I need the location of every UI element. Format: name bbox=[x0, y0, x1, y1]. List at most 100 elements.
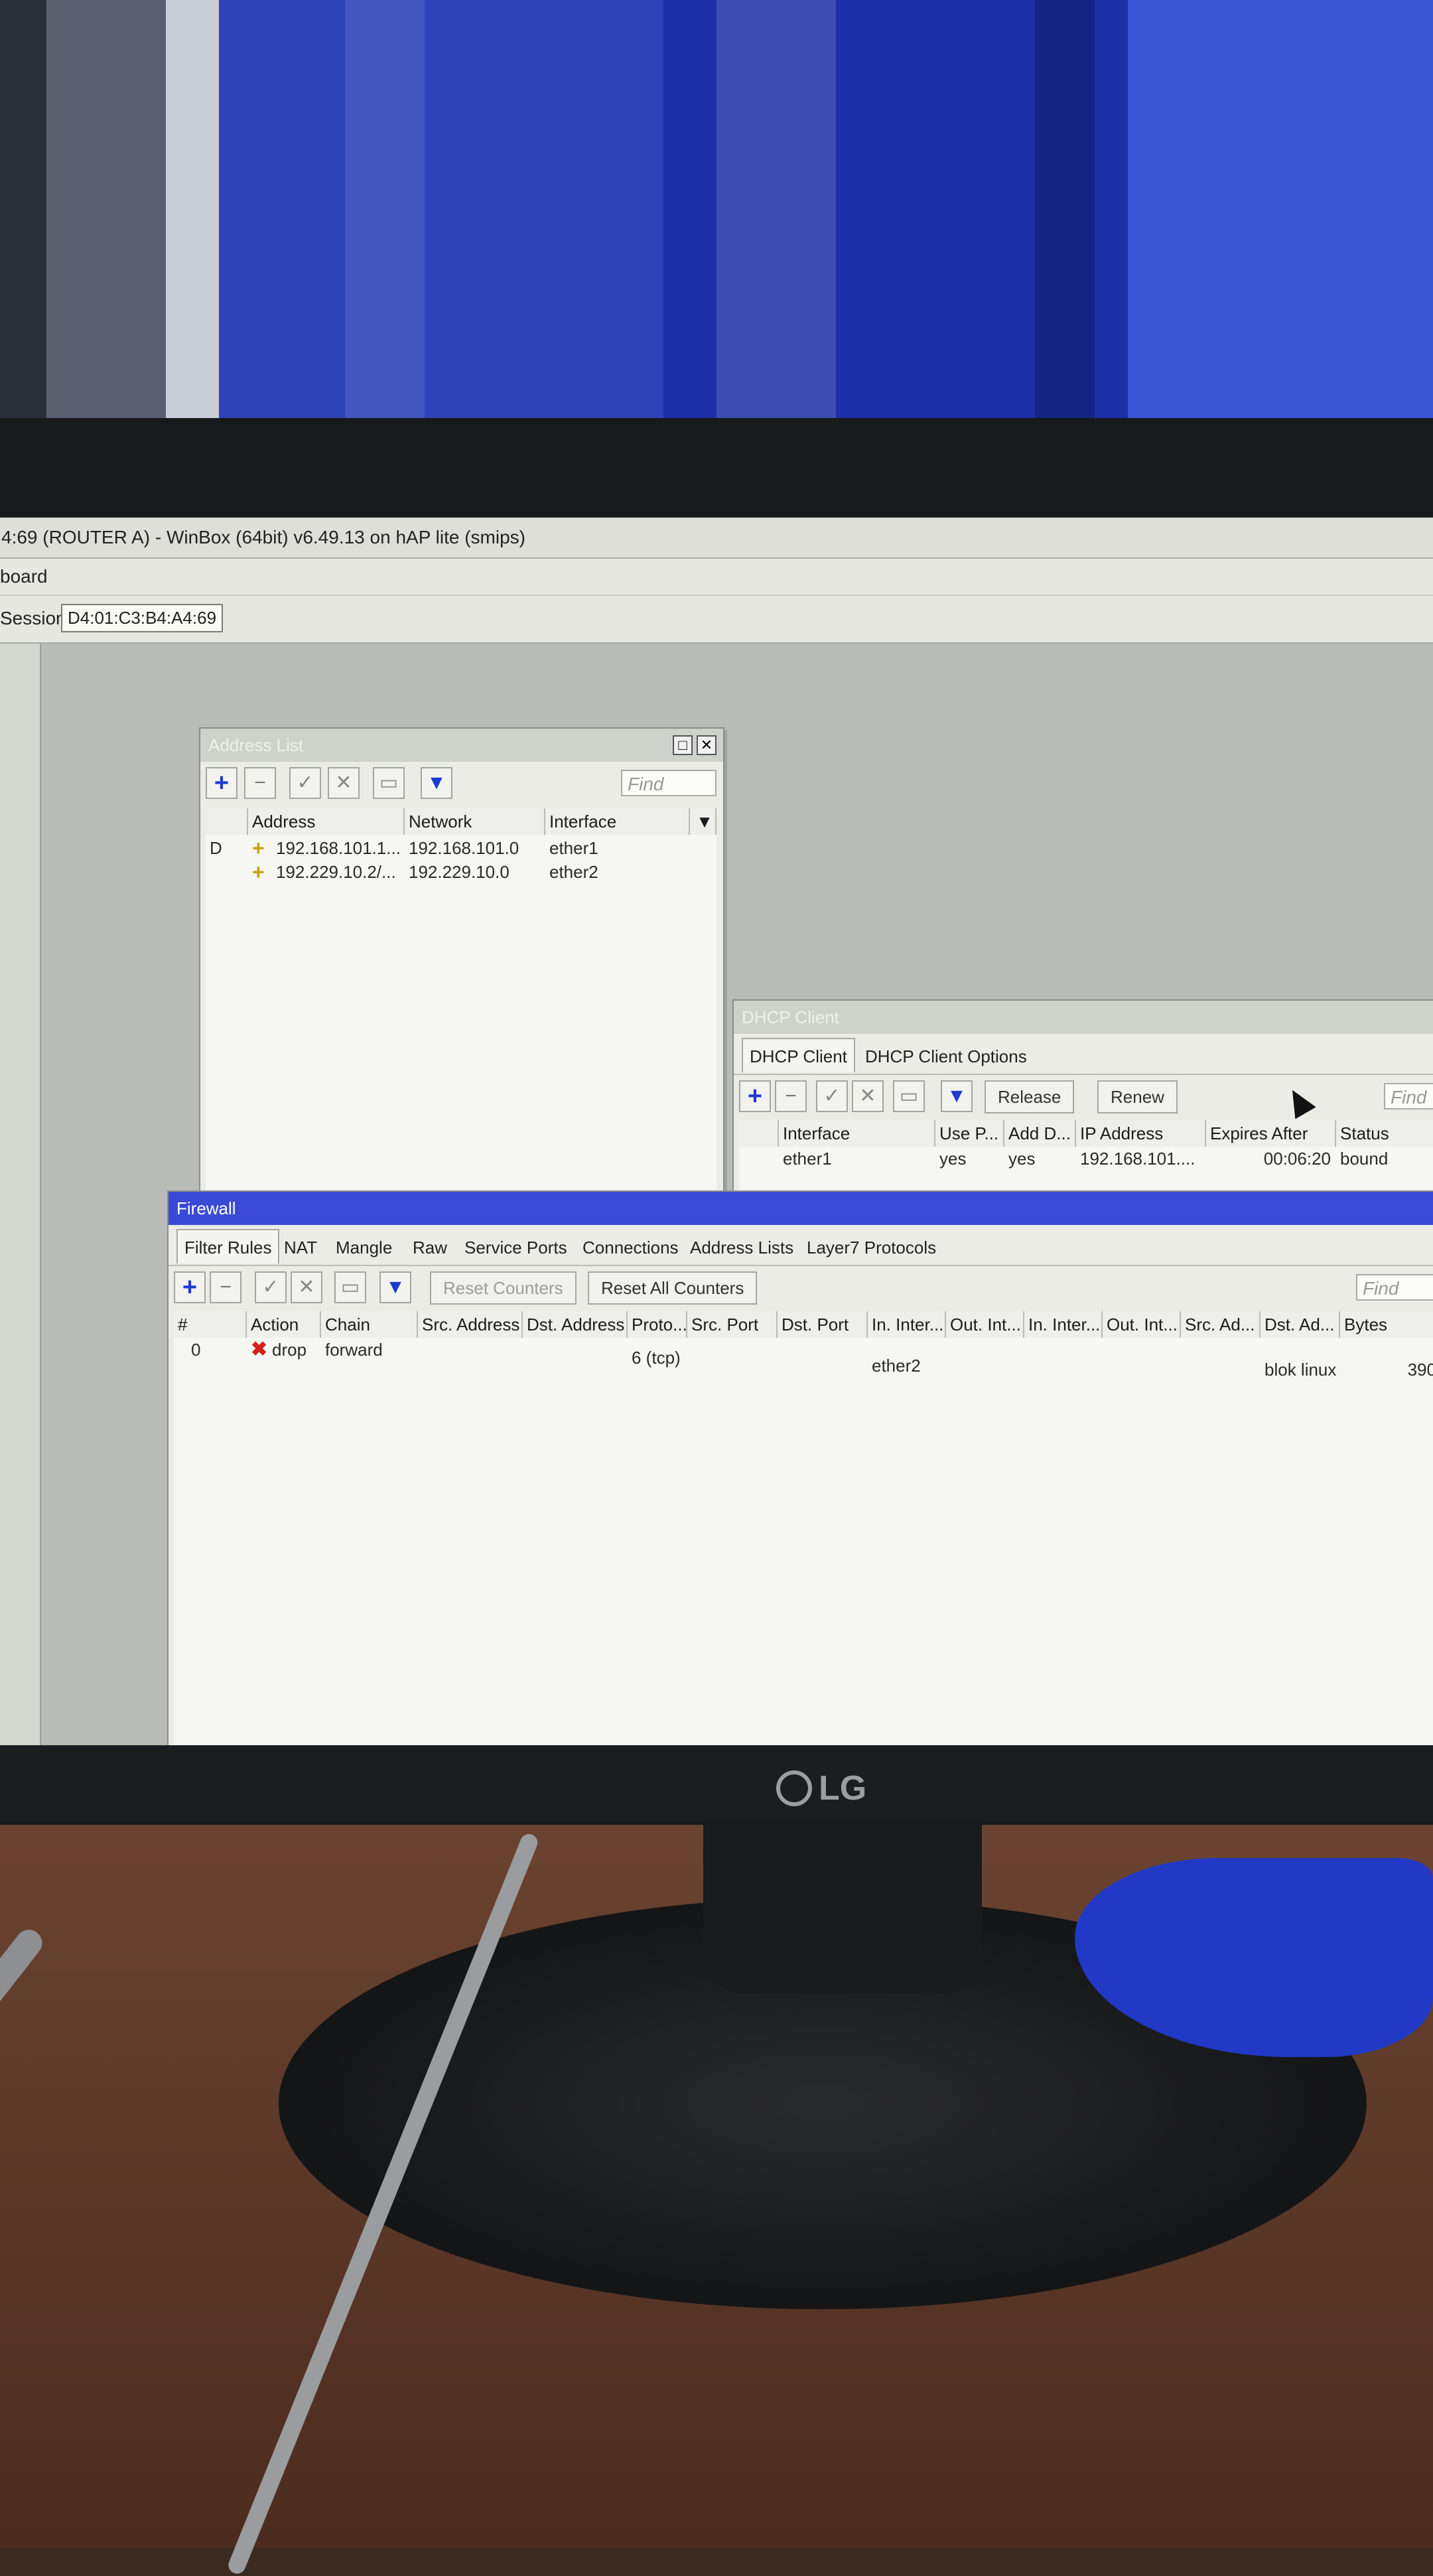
filter-icon[interactable]: ▼ bbox=[421, 767, 452, 799]
renew-button[interactable]: Renew bbox=[1097, 1080, 1178, 1113]
reset-counters-button[interactable]: Reset Counters bbox=[430, 1271, 577, 1305]
firewall-toolbar: + − ✓ ✕ ▭ ▼ Reset Counters Reset All Cou… bbox=[169, 1266, 1433, 1310]
tab-dhcp-client-options[interactable]: DHCP Client Options bbox=[857, 1038, 1035, 1072]
column-header-action[interactable]: Action bbox=[247, 1311, 321, 1338]
column-header-src-port[interactable]: Src. Port bbox=[687, 1311, 778, 1338]
dst-address-list-cell[interactable]: blok linux bbox=[1261, 1358, 1340, 1382]
column-header-add-default-route[interactable]: Add D... bbox=[1004, 1120, 1076, 1147]
in-interface-cell[interactable]: ether2 bbox=[868, 1354, 946, 1378]
firewall-find-input[interactable]: Find bbox=[1356, 1274, 1433, 1301]
maximize-icon[interactable]: □ bbox=[673, 735, 693, 755]
tab-layer7-protocols[interactable]: Layer7 Protocols bbox=[799, 1229, 944, 1263]
dhcp-client-window[interactable]: DHCP Client DHCP Client DHCP Client Opti… bbox=[732, 999, 1433, 1221]
menu-item-dashboard[interactable]: board bbox=[0, 566, 48, 587]
firewall-tabs: Filter Rules NAT Mangle Raw Service Port… bbox=[169, 1225, 1433, 1266]
address-list-window[interactable]: Address List □ ✕ + − ✓ ✕ ▭ ▼ Find Addres… bbox=[199, 727, 724, 1208]
column-header-in-interface-list[interactable]: In. Inter... bbox=[1024, 1311, 1103, 1338]
filter-icon[interactable]: ▼ bbox=[379, 1271, 411, 1303]
expires-after-cell[interactable]: 00:06:20 bbox=[1206, 1147, 1336, 1171]
disable-icon[interactable]: ✕ bbox=[291, 1271, 322, 1303]
column-header-status[interactable]: Status bbox=[1336, 1120, 1433, 1147]
comment-icon[interactable]: ▭ bbox=[373, 767, 405, 799]
ip-address-cell[interactable]: 192.168.101.... bbox=[1076, 1147, 1206, 1171]
dhcp-client-find-input[interactable]: Find bbox=[1384, 1083, 1433, 1109]
comment-icon[interactable]: ▭ bbox=[893, 1080, 925, 1112]
rule-number-cell[interactable]: 0 bbox=[187, 1338, 240, 1362]
address-list-titlebar[interactable]: Address List □ ✕ bbox=[200, 729, 723, 762]
column-header-number[interactable]: # bbox=[174, 1311, 247, 1338]
column-header-network[interactable]: Network bbox=[405, 808, 545, 835]
tab-service-ports[interactable]: Service Ports bbox=[456, 1229, 575, 1263]
column-header-dst-port[interactable]: Dst. Port bbox=[778, 1311, 868, 1338]
add-icon[interactable]: + bbox=[174, 1271, 206, 1303]
column-header-interface[interactable]: Interface bbox=[545, 808, 690, 835]
disable-icon[interactable]: ✕ bbox=[852, 1080, 884, 1112]
column-header-interface[interactable]: Interface bbox=[779, 1120, 935, 1147]
interface-cell[interactable]: ether1 bbox=[545, 836, 690, 860]
column-header-out-interface[interactable]: Out. Int... bbox=[946, 1311, 1024, 1338]
add-default-route-cell[interactable]: yes bbox=[1004, 1147, 1076, 1171]
column-header-src-address[interactable]: Src. Address bbox=[418, 1311, 523, 1338]
enable-icon[interactable]: ✓ bbox=[289, 767, 321, 799]
column-header-chain[interactable]: Chain bbox=[321, 1311, 418, 1338]
firewall-rules-table: # Action Chain Src. Address Dst. Address… bbox=[174, 1311, 1433, 1745]
interface-cell[interactable]: ether1 bbox=[779, 1147, 935, 1171]
network-cell[interactable]: 192.229.10.0 bbox=[405, 860, 545, 884]
close-icon[interactable]: ✕ bbox=[697, 735, 716, 755]
add-icon[interactable]: + bbox=[206, 767, 238, 799]
tab-nat[interactable]: NAT bbox=[276, 1229, 325, 1263]
add-icon[interactable]: + bbox=[739, 1080, 771, 1112]
bytes-cell[interactable]: 3900 B bbox=[1340, 1358, 1433, 1382]
interface-cell[interactable]: ether2 bbox=[545, 860, 690, 884]
release-button[interactable]: Release bbox=[985, 1080, 1075, 1113]
use-peer-dns-cell[interactable]: yes bbox=[935, 1147, 1004, 1171]
address-list-find-input[interactable]: Find bbox=[621, 770, 716, 796]
tab-connections[interactable]: Connections bbox=[575, 1229, 687, 1263]
dhcp-client-titlebar[interactable]: DHCP Client bbox=[734, 1001, 1433, 1034]
column-header-out-interface-list[interactable]: Out. Int... bbox=[1103, 1311, 1181, 1338]
column-header-bytes[interactable]: Bytes bbox=[1340, 1311, 1433, 1338]
column-header[interactable] bbox=[739, 1120, 779, 1147]
column-header-use-peer-dns[interactable]: Use P... bbox=[935, 1120, 1004, 1147]
column-header-dst-address[interactable]: Dst. Address bbox=[523, 1311, 628, 1338]
status-cell[interactable]: bound bbox=[1336, 1147, 1433, 1171]
reset-all-counters-button[interactable]: Reset All Counters bbox=[588, 1271, 758, 1305]
dhcp-client-title: DHCP Client bbox=[742, 1007, 839, 1027]
column-header-dst-address-list[interactable]: Dst. Ad... bbox=[1261, 1311, 1340, 1338]
dhcp-client-tabs: DHCP Client DHCP Client Options bbox=[734, 1034, 1433, 1075]
chain-cell[interactable]: forward bbox=[321, 1338, 418, 1362]
remove-icon[interactable]: − bbox=[775, 1080, 807, 1112]
remove-icon[interactable]: − bbox=[210, 1271, 241, 1303]
session-bar: Session: D4:01:C3:B4:A4:69 bbox=[0, 596, 1433, 644]
address-cell[interactable]: 192.168.101.1... bbox=[272, 836, 405, 860]
firewall-titlebar[interactable]: Firewall bbox=[169, 1192, 1433, 1225]
column-header-expires-after[interactable]: Expires After bbox=[1206, 1120, 1336, 1147]
column-header-ip-address[interactable]: IP Address bbox=[1076, 1120, 1206, 1147]
tab-dhcp-client[interactable]: DHCP Client bbox=[742, 1038, 855, 1072]
firewall-title: Firewall bbox=[176, 1198, 236, 1218]
enable-icon[interactable]: ✓ bbox=[816, 1080, 848, 1112]
firewall-window[interactable]: Firewall Filter Rules NAT Mangle Raw Ser… bbox=[167, 1190, 1433, 1745]
filter-icon[interactable]: ▼ bbox=[941, 1080, 973, 1112]
network-cell[interactable]: 192.168.101.0 bbox=[405, 836, 545, 860]
column-header[interactable] bbox=[206, 808, 248, 835]
protocol-cell[interactable]: 6 (tcp) bbox=[628, 1346, 701, 1370]
remove-icon[interactable]: − bbox=[244, 767, 276, 799]
tab-raw[interactable]: Raw bbox=[405, 1229, 455, 1263]
enable-icon[interactable]: ✓ bbox=[255, 1271, 287, 1303]
column-header-protocol[interactable]: Proto... bbox=[628, 1311, 687, 1338]
tab-address-lists[interactable]: Address Lists bbox=[682, 1229, 801, 1263]
lg-brand-text: LG bbox=[819, 1769, 867, 1808]
column-header-src-address-list[interactable]: Src. Ad... bbox=[1181, 1311, 1261, 1338]
column-dropdown-icon[interactable]: ▼ bbox=[690, 808, 716, 835]
address-cell[interactable]: 192.229.10.2/... bbox=[272, 860, 405, 884]
disable-icon[interactable]: ✕ bbox=[328, 767, 360, 799]
session-field[interactable]: D4:01:C3:B4:A4:69 bbox=[61, 604, 224, 632]
tab-mangle[interactable]: Mangle bbox=[328, 1229, 400, 1263]
tab-filter-rules[interactable]: Filter Rules bbox=[176, 1229, 280, 1263]
comment-icon[interactable]: ▭ bbox=[334, 1271, 366, 1303]
address-plus-icon: + bbox=[252, 836, 265, 860]
column-header-in-interface[interactable]: In. Inter... bbox=[868, 1311, 946, 1338]
column-header-address[interactable]: Address bbox=[248, 808, 405, 835]
action-cell[interactable]: drop bbox=[268, 1338, 321, 1362]
